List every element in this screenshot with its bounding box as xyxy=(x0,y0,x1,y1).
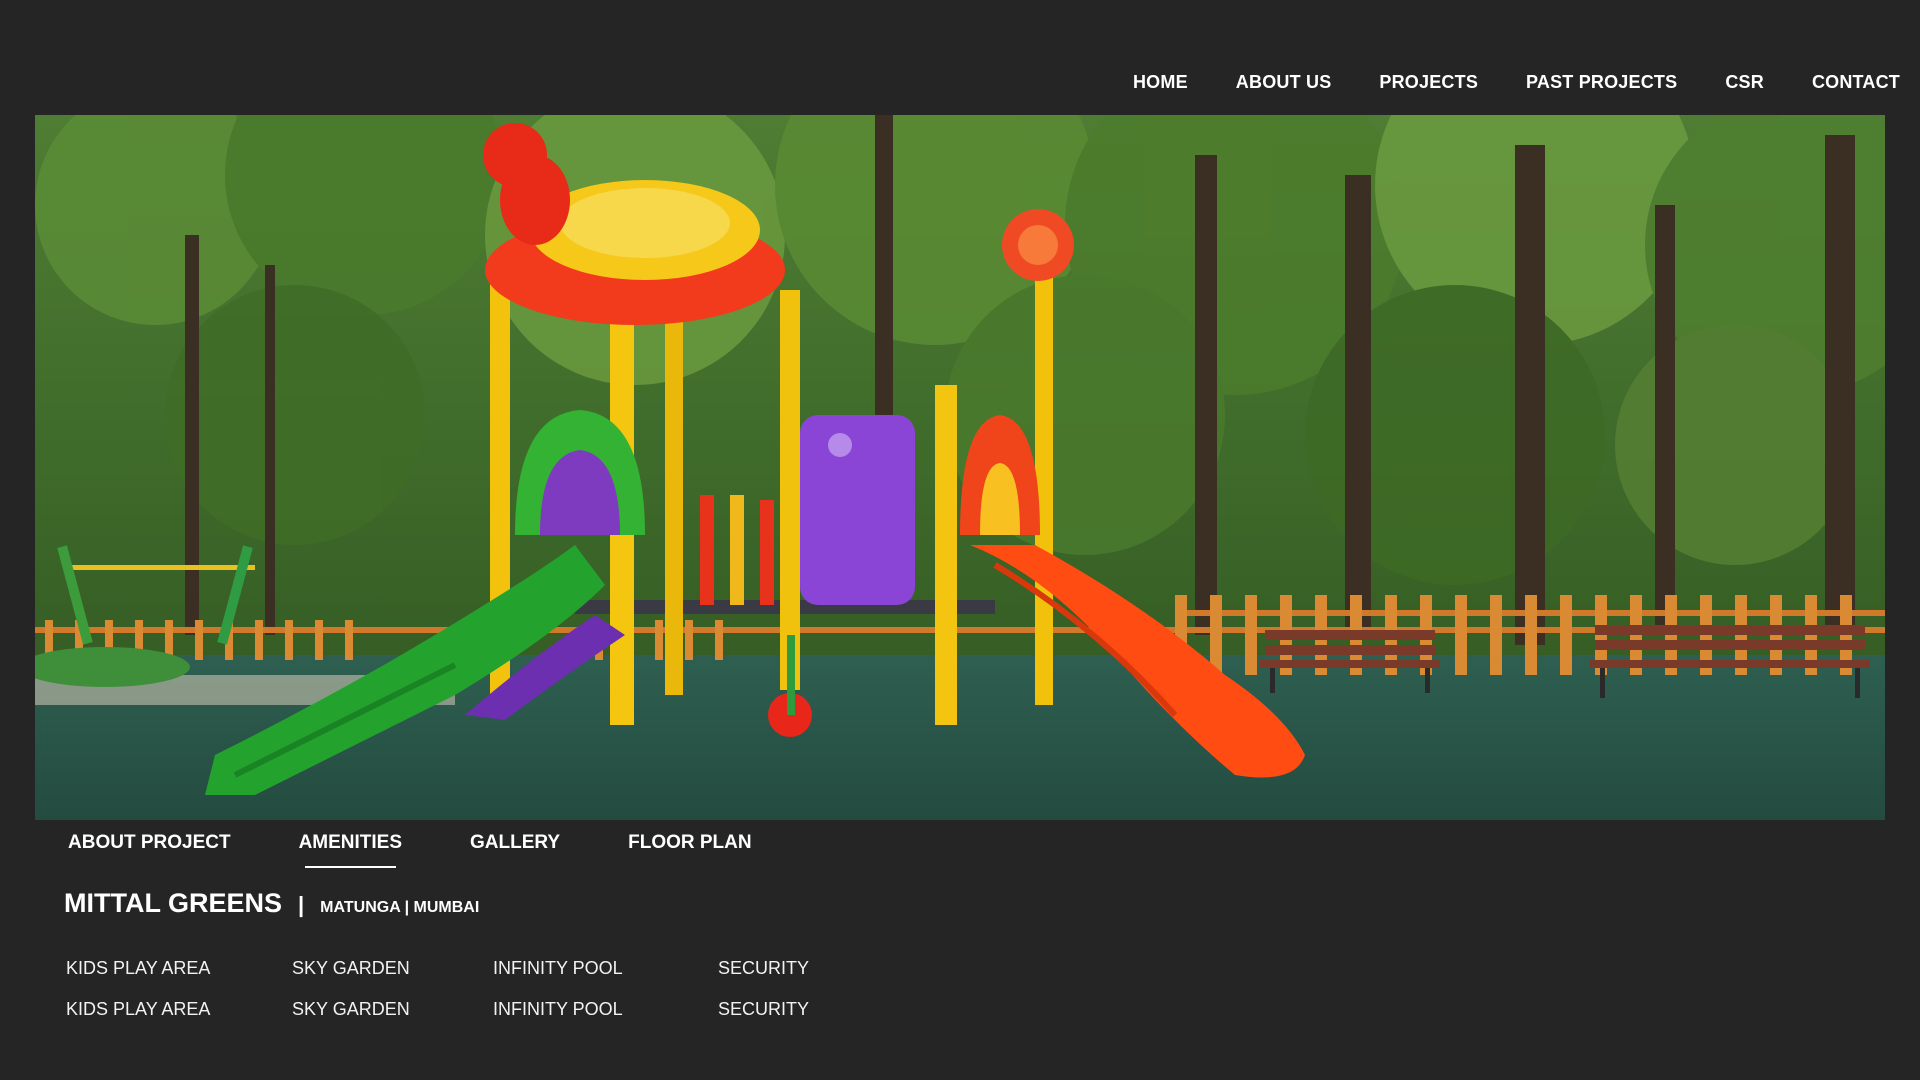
nav-csr[interactable]: CSR xyxy=(1725,72,1764,93)
amenity-item: SECURITY xyxy=(718,999,810,1019)
amenity-item: SKY GARDEN xyxy=(292,999,410,1019)
amenities-list: KIDS PLAY AREA SKY GARDEN INFINITY POOL … xyxy=(66,958,918,1020)
nav-past-projects[interactable]: PAST PROJECTS xyxy=(1526,72,1677,93)
nav-home[interactable]: HOME xyxy=(1133,72,1188,93)
tab-gallery[interactable]: GALLERY xyxy=(470,832,560,854)
project-location: MATUNGA | MUMBAI xyxy=(320,899,480,916)
tab-floor-plan[interactable]: FLOOR PLAN xyxy=(628,832,752,854)
nav-about-us[interactable]: ABOUT US xyxy=(1236,72,1332,93)
amenity-item: INFINITY POOL xyxy=(493,999,623,1019)
tab-about-project[interactable]: ABOUT PROJECT xyxy=(68,832,231,854)
tab-amenities[interactable]: AMENITIES xyxy=(299,832,402,868)
heading-separator: | xyxy=(298,892,305,917)
project-tabs: ABOUT PROJECT AMENITIES GALLERY FLOOR PL… xyxy=(68,832,820,868)
amenity-item: SKY GARDEN xyxy=(292,958,410,978)
amenity-item: KIDS PLAY AREA xyxy=(66,958,211,978)
nav-projects[interactable]: PROJECTS xyxy=(1379,72,1478,93)
amenity-item: SECURITY xyxy=(718,958,810,978)
amenity-item: INFINITY POOL xyxy=(493,958,623,978)
main-nav: HOME ABOUT US PROJECTS PAST PROJECTS CSR… xyxy=(1133,72,1900,93)
playground-illustration xyxy=(35,115,1885,820)
project-name: MITTAL GREENS xyxy=(64,888,283,918)
amenity-item: KIDS PLAY AREA xyxy=(66,999,211,1019)
hero-image xyxy=(35,115,1885,820)
project-heading: MITTAL GREENS | MATUNGA | MUMBAI xyxy=(64,888,479,919)
nav-contact[interactable]: CONTACT xyxy=(1812,72,1900,93)
